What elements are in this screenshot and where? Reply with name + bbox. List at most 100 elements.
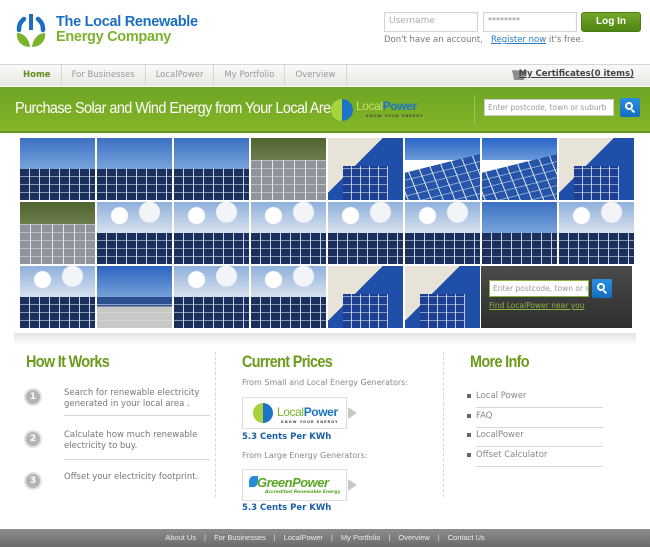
banner-search-button[interactable] (620, 98, 640, 117)
footer-localpower[interactable]: LocalPower (284, 533, 323, 542)
greenpower-price-logo[interactable]: GreenPower Accredited Renewable Energy (242, 469, 347, 501)
footer-about-us[interactable]: About Us (165, 533, 196, 542)
how-it-works-title: How It Works (26, 352, 110, 371)
column-divider (215, 352, 216, 497)
main-nav: Home For Businesses LocalPower My Portfo… (0, 64, 650, 86)
company-logo-icon[interactable] (13, 13, 49, 49)
gallery-photo[interactable] (405, 266, 480, 328)
step-divider (64, 459, 210, 460)
gallery-search-box: Enter postcode, town or suburb Find Loca… (481, 266, 632, 328)
gallery-photo[interactable] (20, 138, 95, 200)
gallery-photo[interactable] (251, 202, 326, 264)
localpower-word-power: Power (382, 99, 417, 113)
greenpower-price: 5.3 Cents Per KWh (242, 503, 332, 513)
nav-overview[interactable]: Overview (285, 65, 347, 86)
register-now-link[interactable]: Register now (491, 35, 546, 45)
gallery-photo[interactable] (174, 138, 249, 200)
gallery-photo[interactable] (328, 202, 403, 264)
localpower-word-local: Local (277, 405, 304, 419)
find-localpower-link[interactable]: Find LocalPower near you (489, 301, 584, 310)
gallery-photo[interactable] (97, 138, 172, 200)
gallery-photo[interactable] (559, 202, 634, 264)
list-divider (476, 407, 603, 408)
localpower-tagline: KNOW YOUR ENERGY (281, 420, 339, 424)
localpower-logo[interactable]: LocalPower KNOW YOUR ENERGY (331, 97, 436, 123)
section-shadow (14, 333, 636, 345)
gallery-photo[interactable] (20, 202, 95, 264)
hero-banner: Purchase Solar and Wind Energy from Your… (0, 87, 650, 133)
large-generators-label: From Large Energy Generators: (242, 451, 368, 460)
column-divider (443, 352, 444, 497)
bullet-icon (467, 414, 471, 418)
gallery-photo[interactable] (97, 266, 172, 328)
localpower-wordmark: LocalPower (356, 99, 417, 113)
step-number-icon: 3 (24, 472, 42, 490)
gallery-photo[interactable] (20, 266, 95, 328)
footer-for-businesses[interactable]: For Businesses (214, 533, 266, 542)
brand-name[interactable]: The Local Renewable Energy Company (56, 15, 198, 45)
nav-for-businesses[interactable]: For Businesses (62, 65, 146, 86)
gallery-photo[interactable] (174, 266, 249, 328)
more-info-link[interactable]: FAQ (476, 411, 492, 421)
search-icon (625, 102, 633, 110)
footer-separator: | (330, 533, 333, 542)
more-info-link[interactable]: LocalPower (476, 430, 524, 440)
footer-contact-us[interactable]: Contact Us (448, 533, 485, 542)
localpower-word-power: Power (303, 405, 338, 419)
more-info-link[interactable]: Local Power (476, 391, 526, 401)
footer-nav: About Us | For Businesses | LocalPower | My Po… (0, 529, 650, 547)
gallery-photo[interactable] (251, 266, 326, 328)
my-certificates-link[interactable]: My Certificates(0 items) (519, 69, 634, 79)
gallery-photo[interactable] (482, 202, 557, 264)
brand-line-2: Energy Company (56, 29, 172, 45)
brand-line-1: The Local Renewable (56, 14, 198, 30)
gallery-search-button[interactable] (592, 279, 612, 298)
list-divider (476, 427, 603, 428)
register-prompt: Don't have an account, Register now it's … (384, 35, 584, 45)
gallery-photo[interactable] (174, 202, 249, 264)
register-suffix: it's free. (546, 35, 584, 45)
search-icon (597, 283, 605, 291)
localpower-wordmark: LocalPower (277, 405, 338, 419)
nav-localpower[interactable]: LocalPower (146, 65, 215, 86)
gallery-postcode-search-input[interactable]: Enter postcode, town or suburb (489, 280, 589, 297)
greenpower-wordmark: GreenPower (257, 475, 329, 490)
list-divider (476, 446, 603, 447)
gallery-photo[interactable] (251, 138, 326, 200)
register-prefix: Don't have an account, (384, 35, 483, 45)
gallery-photo[interactable] (405, 202, 480, 264)
arrow-right-icon (348, 479, 357, 491)
more-info-title: More Info (470, 352, 530, 371)
more-info-link[interactable]: Offset Calculator (476, 450, 547, 460)
current-prices-title: Current Prices (242, 352, 333, 371)
footer-separator: | (388, 533, 391, 542)
login-button[interactable]: Log In (581, 12, 641, 32)
small-generators-label: From Small and Local Energy Generators: (242, 378, 409, 387)
gallery-photo[interactable] (482, 138, 557, 200)
gallery-photo[interactable] (328, 266, 403, 328)
password-input[interactable]: ******** (483, 12, 577, 32)
list-divider (476, 466, 603, 467)
step-text: Offset your electricity footprint. (64, 472, 199, 482)
gallery-photo[interactable] (559, 138, 634, 200)
bullet-icon (467, 394, 471, 398)
gallery-photo[interactable] (328, 138, 403, 200)
banner-divider (474, 95, 475, 125)
banner-postcode-search-input[interactable]: Enter postcode, town or suburb (484, 99, 614, 116)
gallery-photo[interactable] (97, 202, 172, 264)
localpower-house-icon (331, 99, 353, 121)
step-text: Search for renewable electricity generat… (64, 388, 200, 409)
solar-photo-gallery: Enter postcode, town or suburb Find Loca… (20, 138, 634, 330)
nav-home[interactable]: Home (0, 65, 62, 86)
footer-overview[interactable]: Overview (398, 533, 429, 542)
bullet-icon (467, 433, 471, 437)
username-input[interactable]: Username (384, 12, 478, 32)
nav-my-portfolio[interactable]: My Portfolio (214, 65, 286, 86)
arrow-right-icon (348, 407, 357, 419)
localpower-price-logo[interactable]: LocalPower KNOW YOUR ENERGY (242, 397, 347, 429)
greenpower-tagline: Accredited Renewable Energy (265, 490, 341, 495)
gallery-photo[interactable] (405, 138, 480, 200)
localpower-tagline: KNOW YOUR ENERGY (366, 114, 424, 118)
footer-my-portfolio[interactable]: My Portfolio (341, 533, 381, 542)
how-it-works-section: How It Works (26, 352, 124, 372)
